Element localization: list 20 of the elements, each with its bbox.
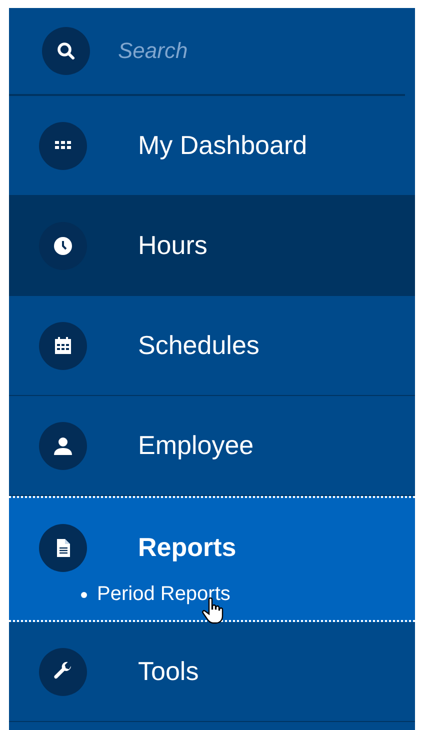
menu-item[interactable]: Reports Period Reports — [9, 496, 415, 622]
menu-label: Reports — [138, 532, 236, 563]
menu-label: Hours — [138, 230, 208, 261]
calendar-icon — [39, 322, 87, 370]
search-icon[interactable] — [42, 27, 90, 75]
wrench-icon — [39, 648, 87, 696]
menu-label: Tools — [138, 656, 199, 687]
grid-icon — [39, 122, 87, 170]
menu-label: Employee — [138, 430, 254, 461]
menu-item[interactable]: Hours — [9, 196, 415, 296]
menu-item[interactable]: Schedules — [9, 296, 415, 396]
submenu-link[interactable]: Period Reports — [97, 583, 230, 606]
document-icon — [39, 524, 87, 572]
menu-label: Schedules — [138, 330, 260, 361]
search-field[interactable]: Search — [118, 38, 338, 64]
menu-item[interactable]: Tools — [9, 622, 415, 722]
menu-label: My Dashboard — [138, 130, 308, 161]
person-icon — [39, 422, 87, 470]
bullet-icon — [81, 592, 87, 598]
clock-icon — [39, 222, 87, 270]
